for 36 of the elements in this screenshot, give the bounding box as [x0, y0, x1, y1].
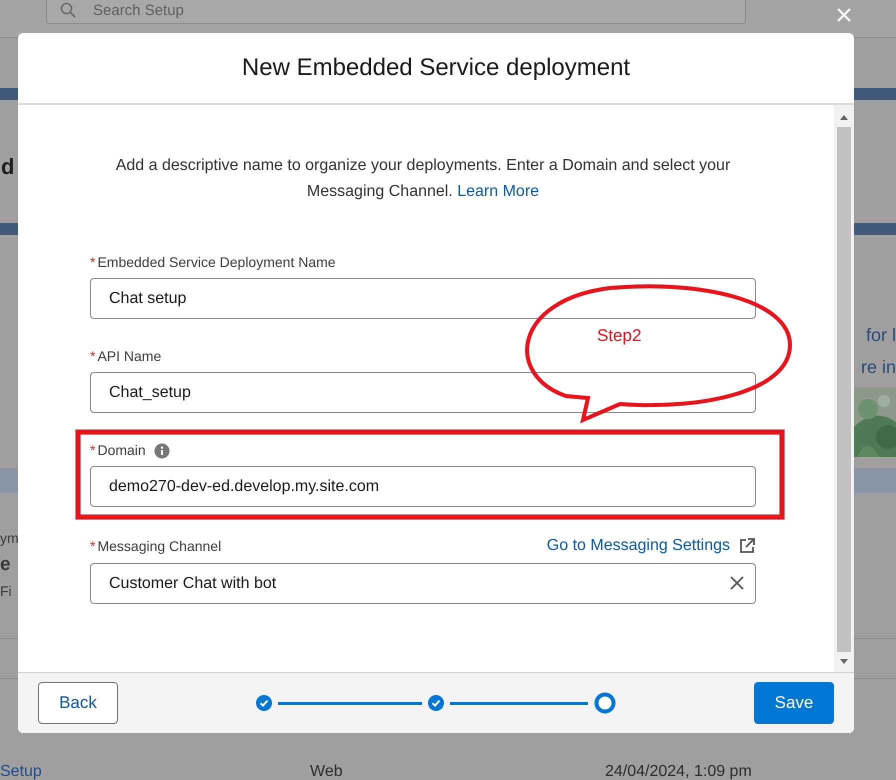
- step-complete-icon[interactable]: [256, 695, 272, 711]
- table-cell-text: 24/04/2024, 1:09 pm: [605, 762, 752, 780]
- save-button[interactable]: Save: [754, 682, 834, 724]
- table-cell-text: Web: [310, 762, 343, 780]
- search-icon: [60, 2, 76, 18]
- description-text: re in: [860, 356, 896, 379]
- info-icon[interactable]: [154, 442, 170, 458]
- field-label: *Domain: [90, 441, 146, 460]
- input-field[interactable]: Chat setup: [90, 278, 756, 319]
- label-text: Fi: [0, 584, 12, 598]
- field-label: *Messaging Channel: [90, 536, 222, 556]
- learn-more-link[interactable]: Learn More: [457, 183, 540, 200]
- scroll-down-icon[interactable]: [839, 658, 849, 666]
- scrollbar[interactable]: [834, 105, 854, 672]
- close-icon: [836, 6, 852, 23]
- scroll-up-icon[interactable]: [839, 113, 849, 121]
- step-ring-icon[interactable]: [594, 692, 616, 714]
- search-field[interactable]: Search Setup: [46, 0, 746, 24]
- label-text: ym: [0, 531, 19, 545]
- field-label: *Embedded Service Deployment Name: [90, 253, 336, 272]
- external-link-icon: [738, 537, 756, 555]
- callout-text: Step2: [597, 325, 642, 347]
- input-field[interactable]: Chat_setup: [90, 372, 756, 413]
- messaging-settings-link[interactable]: Go to Messaging Settings: [546, 534, 756, 558]
- intro-text: Add a descriptive name to organize your deployments. Enter a Domain and select your Messaging Channel. Learn More: [114, 156, 732, 202]
- label-text: e: [0, 555, 11, 574]
- description-text: for l: [864, 324, 896, 347]
- step-complete-icon[interactable]: [428, 695, 444, 711]
- field-label: *API Name: [90, 347, 162, 366]
- back-button[interactable]: Back: [38, 682, 118, 724]
- clear-icon: [730, 576, 744, 590]
- lookup-field[interactable]: Customer Chat with bot: [90, 563, 756, 604]
- input-field[interactable]: demo270-dev-ed.develop.my.site.com: [90, 466, 756, 507]
- clear-button[interactable]: [730, 576, 744, 590]
- modal-title: New Embedded Service deployment: [18, 33, 854, 105]
- page-heading: d: [1, 153, 14, 181]
